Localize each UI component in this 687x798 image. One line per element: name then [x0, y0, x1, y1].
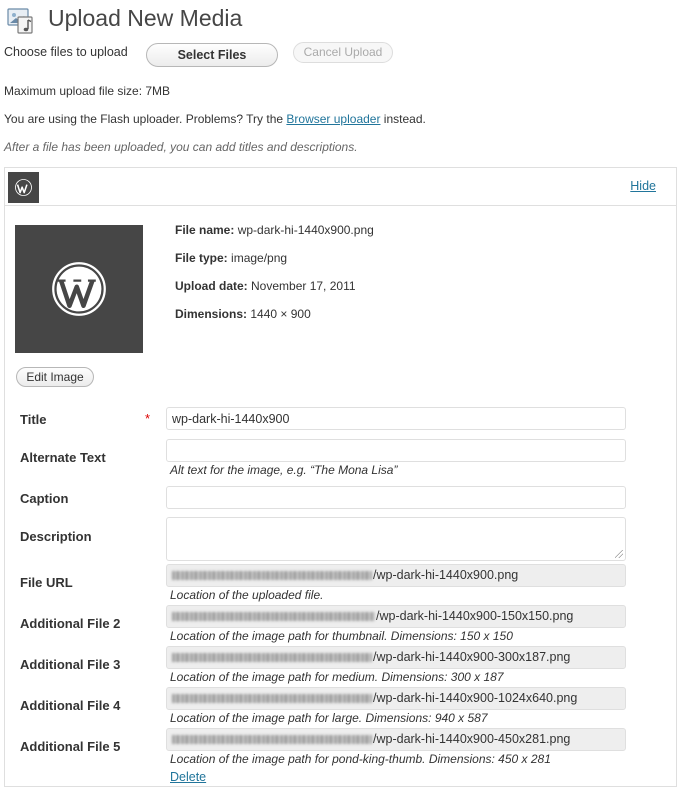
- upload-date-value: November 17, 2011: [251, 279, 356, 293]
- additional-file-3-value: /wp-dark-hi-1440x900-300x187.png: [373, 650, 571, 664]
- required-marker: *: [145, 411, 151, 426]
- file-name-row: File name: wp-dark-hi-1440x900.png: [175, 223, 374, 237]
- redacted-domain: [172, 571, 372, 581]
- dimensions-label: Dimensions:: [175, 307, 248, 321]
- browser-uploader-link[interactable]: Browser uploader: [286, 112, 380, 126]
- title-label: Title: [20, 412, 47, 427]
- file-type-label: File type:: [175, 251, 228, 265]
- description-textarea[interactable]: [166, 517, 626, 561]
- title-input[interactable]: [166, 407, 626, 430]
- file-url-input[interactable]: /wp-dark-hi-1440x900.png: [166, 564, 626, 587]
- max-upload-size: Maximum upload file size: 7MB: [4, 84, 171, 98]
- media-item-header: Hide: [5, 168, 676, 206]
- additional-file-5-input[interactable]: /wp-dark-hi-1440x900-450x281.png: [166, 728, 626, 751]
- page-title: Upload New Media: [48, 5, 243, 31]
- media-library-icon: [6, 6, 38, 36]
- additional-file-4-label: Additional File 4: [20, 698, 121, 713]
- alt-text-input[interactable]: [166, 439, 626, 462]
- redacted-domain: [172, 694, 372, 704]
- cancel-upload-button[interactable]: Cancel Upload: [293, 42, 393, 63]
- additional-file-3-label: Additional File 3: [20, 657, 121, 672]
- upload-date-row: Upload date: November 17, 2011: [175, 279, 356, 293]
- additional-file-2-help: Location of the image path for thumbnail…: [170, 629, 513, 643]
- file-url-help: Location of the uploaded file.: [170, 588, 324, 602]
- resize-handle[interactable]: [615, 550, 623, 558]
- hide-link[interactable]: Hide: [630, 179, 656, 193]
- additional-file-4-input[interactable]: /wp-dark-hi-1440x900-1024x640.png: [166, 687, 626, 710]
- additional-file-2-value: /wp-dark-hi-1440x900-150x150.png: [376, 609, 574, 623]
- redacted-domain: [172, 735, 372, 745]
- dimensions-row: Dimensions: 1440 × 900: [175, 307, 311, 321]
- additional-file-3-help: Location of the image path for medium. D…: [170, 670, 504, 684]
- additional-file-2-input[interactable]: /wp-dark-hi-1440x900-150x150.png: [166, 605, 626, 628]
- alt-text-label: Alternate Text: [20, 450, 106, 465]
- flash-notice-prefix: You are using the Flash uploader. Proble…: [4, 112, 287, 126]
- file-name-value: wp-dark-hi-1440x900.png: [237, 223, 374, 237]
- file-type-row: File type: image/png: [175, 251, 287, 265]
- upload-date-label: Upload date:: [175, 279, 248, 293]
- additional-file-2-label: Additional File 2: [20, 616, 121, 631]
- additional-file-4-help: Location of the image path for large. Di…: [170, 711, 488, 725]
- alt-text-help: Alt text for the image, e.g. “The Mona L…: [170, 463, 398, 477]
- dimensions-value: 1440 × 900: [250, 307, 311, 321]
- file-type-value: image/png: [231, 251, 288, 265]
- file-url-label: File URL: [20, 575, 73, 590]
- redacted-domain: [172, 653, 372, 663]
- wordpress-logo-icon: [8, 172, 39, 203]
- delete-link[interactable]: Delete: [170, 770, 206, 784]
- file-url-value: /wp-dark-hi-1440x900.png: [373, 568, 519, 582]
- redacted-domain: [172, 612, 375, 622]
- flash-uploader-notice: You are using the Flash uploader. Proble…: [4, 112, 426, 126]
- description-label: Description: [20, 529, 92, 544]
- additional-file-3-input[interactable]: /wp-dark-hi-1440x900-300x187.png: [166, 646, 626, 669]
- select-files-button[interactable]: Select Files: [146, 43, 278, 67]
- caption-input[interactable]: [166, 486, 626, 509]
- edit-image-button[interactable]: Edit Image: [16, 367, 94, 387]
- choose-files-label: Choose files to upload: [4, 45, 128, 59]
- additional-file-5-value: /wp-dark-hi-1440x900-450x281.png: [373, 732, 571, 746]
- additional-file-5-label: Additional File 5: [20, 739, 121, 754]
- additional-file-5-help: Location of the image path for pond-king…: [170, 752, 551, 766]
- wordpress-logo-icon: [52, 262, 106, 316]
- flash-notice-suffix: instead.: [380, 112, 426, 126]
- image-thumbnail: [15, 225, 143, 353]
- caption-label: Caption: [20, 491, 69, 506]
- after-upload-note: After a file has been uploaded, you can …: [4, 140, 358, 154]
- file-name-label: File name:: [175, 223, 235, 237]
- additional-file-4-value: /wp-dark-hi-1440x900-1024x640.png: [373, 691, 578, 705]
